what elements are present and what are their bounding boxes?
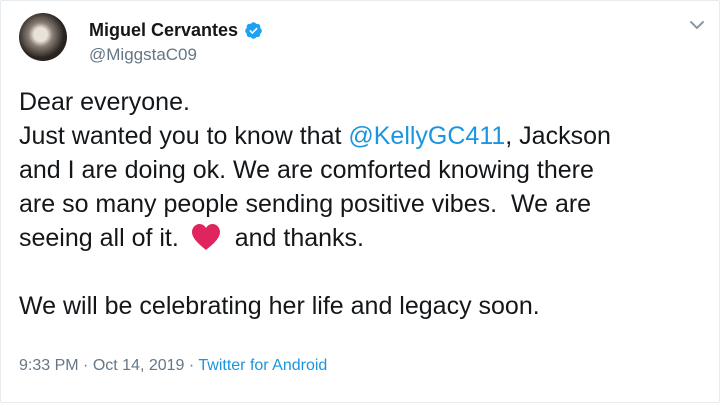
tweet-date[interactable]: Oct 14, 2019 [93, 357, 185, 374]
tweet-line: We will be celebrating her life and lega… [19, 292, 540, 320]
tweet-text-segment: and thanks. [227, 224, 364, 252]
tweet-line: Just wanted you to know that @KellyGC411… [19, 119, 709, 153]
tweet-line: seeing all of it. and thanks. [19, 221, 709, 255]
tweet-card: Miguel Cervantes @MiggstaC09 Dear everyo… [0, 0, 720, 403]
author-name[interactable]: Miguel Cervantes [89, 20, 238, 41]
verified-badge-icon [245, 22, 262, 39]
tweet-source-link[interactable]: Twitter for Android [198, 357, 327, 374]
tweet-line: Dear everyone. [19, 88, 190, 116]
tweet-text: Dear everyone. Just wanted you to know t… [19, 85, 709, 323]
tweet-time[interactable]: 9:33 PM [19, 357, 79, 374]
meta-separator: · [78, 357, 93, 374]
chevron-down-icon[interactable] [687, 17, 707, 33]
tweet-text-segment: seeing all of it. [19, 224, 186, 252]
author-name-row: Miguel Cervantes [89, 20, 263, 41]
meta-separator: · [184, 357, 199, 374]
author-handle[interactable]: @MiggstaC09 [89, 45, 197, 65]
red-heart-emoji-icon [191, 224, 220, 250]
tweet-line: are so many people sending positive vibe… [19, 190, 592, 218]
mention-link[interactable]: @KellyGC411 [348, 122, 505, 150]
avatar[interactable] [19, 13, 67, 61]
tweet-text-segment: Just wanted you to know that [19, 122, 349, 150]
tweet-line: and I are doing ok. We are comforted kno… [19, 156, 594, 184]
tweet-text-segment: , Jackson [505, 122, 611, 150]
tweet-meta: 9:33 PM · Oct 14, 2019 · Twitter for And… [19, 357, 327, 375]
